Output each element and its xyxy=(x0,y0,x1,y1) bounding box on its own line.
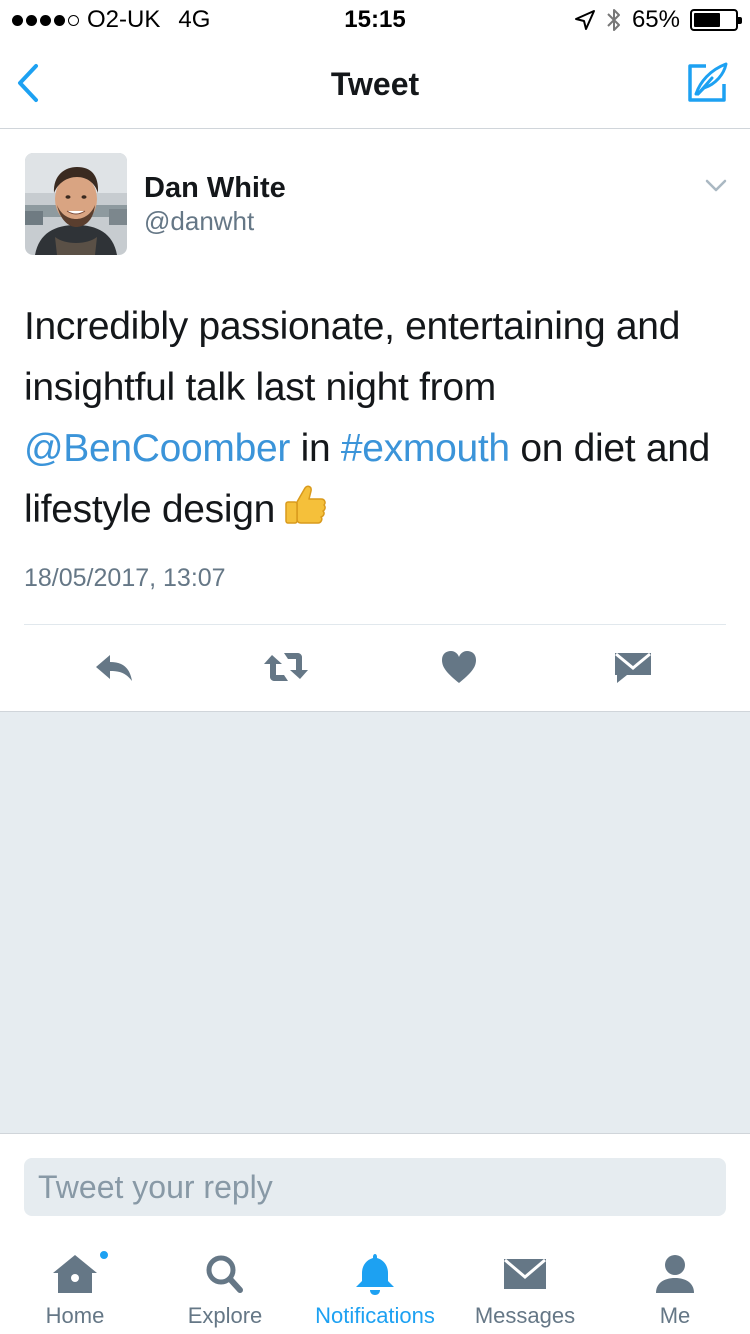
tab-home[interactable]: Home xyxy=(0,1235,150,1334)
tab-bar: Home Explore Notifications Messages Me xyxy=(0,1235,750,1334)
tweet-text-part: in xyxy=(290,427,341,470)
tweet-text-part: Incredibly passionate, entertaining and … xyxy=(24,305,681,409)
like-icon[interactable] xyxy=(440,647,478,687)
envelope-icon xyxy=(504,1258,546,1289)
bluetooth-icon xyxy=(607,9,620,31)
compose-tweet-icon[interactable] xyxy=(684,60,730,106)
direct-message-icon[interactable] xyxy=(613,647,653,687)
status-bar: O2-UK 4G 15:15 65% xyxy=(0,0,750,40)
empty-replies-area xyxy=(0,712,750,1133)
notification-dot xyxy=(98,1249,110,1261)
tab-label: Me xyxy=(659,1303,691,1328)
avatar[interactable] xyxy=(25,153,127,255)
tweet-actions xyxy=(0,625,750,711)
thumbs-up-emoji-icon xyxy=(285,485,326,524)
author-handle[interactable]: @danwht xyxy=(144,206,254,237)
tweet-card: Dan White @danwht Incredibly passionate,… xyxy=(0,130,750,712)
retweet-icon[interactable] xyxy=(262,647,310,687)
reply-bar xyxy=(0,1133,750,1235)
location-arrow-icon xyxy=(574,10,595,30)
reply-input[interactable] xyxy=(24,1158,726,1216)
tab-label: Messages xyxy=(474,1303,576,1328)
author-name[interactable]: Dan White xyxy=(144,172,286,205)
hashtag-link[interactable]: #exmouth xyxy=(341,427,510,470)
tab-notifications[interactable]: Notifications xyxy=(300,1235,450,1334)
mention-link[interactable]: @BenCoomber xyxy=(24,427,290,470)
bell-icon xyxy=(356,1254,394,1295)
battery-percent: 65% xyxy=(631,6,680,33)
page-title: Tweet xyxy=(330,66,420,102)
tab-messages[interactable]: Messages xyxy=(450,1235,600,1334)
tab-label: Explore xyxy=(187,1303,263,1328)
tab-me[interactable]: Me xyxy=(600,1235,750,1334)
person-icon xyxy=(656,1255,694,1293)
battery-icon xyxy=(690,9,742,31)
tweet-text: Incredibly passionate, entertaining and … xyxy=(24,296,724,540)
tweet-timestamp: 18/05/2017, 13:07 xyxy=(24,564,226,592)
navigation-bar: Tweet xyxy=(0,40,750,129)
tab-explore[interactable]: Explore xyxy=(150,1235,300,1334)
status-right: 65% xyxy=(574,6,742,34)
chevron-down-icon[interactable] xyxy=(704,178,728,194)
tab-label: Notifications xyxy=(315,1303,435,1328)
search-icon xyxy=(206,1255,243,1293)
reply-icon[interactable] xyxy=(92,647,136,687)
home-icon xyxy=(53,1255,97,1293)
tab-label: Home xyxy=(45,1303,105,1328)
tweet-detail-screen: O2-UK 4G 15:15 65% Tweet Dan White @danw… xyxy=(0,0,750,1334)
